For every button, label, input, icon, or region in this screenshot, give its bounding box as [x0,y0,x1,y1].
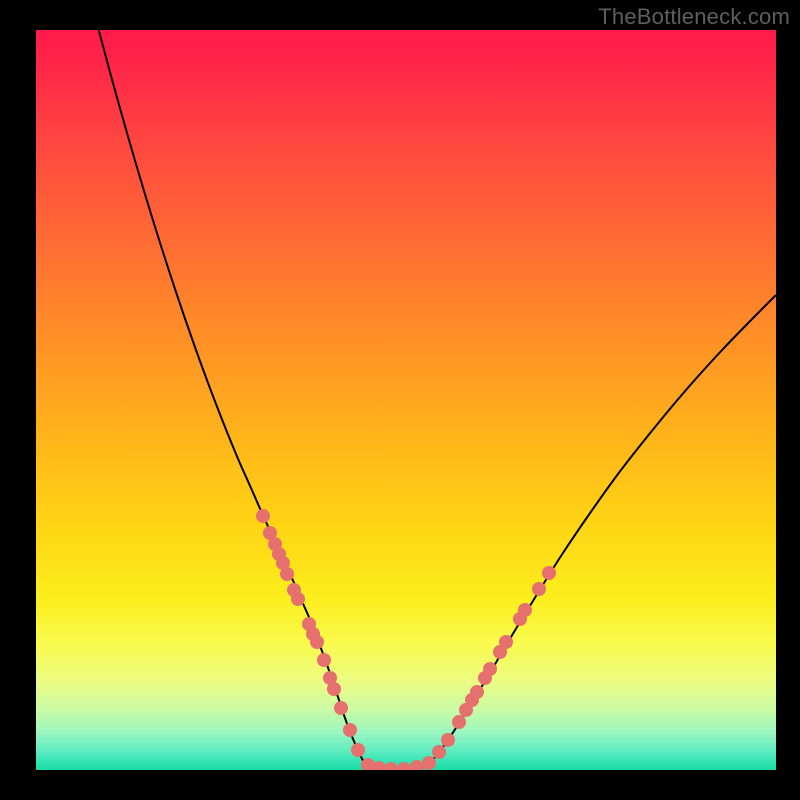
highlight-dot [483,662,497,676]
highlight-dot [499,635,513,649]
chart-container: TheBottleneck.com [0,0,800,800]
highlight-dots [256,509,556,770]
curve-svg [36,30,776,770]
highlight-dot [518,603,532,617]
plot-area [36,30,776,770]
highlight-dot [351,743,365,757]
highlight-dot [432,745,446,759]
highlight-dot [532,582,546,596]
highlight-dot [452,715,466,729]
highlight-dot [441,733,455,747]
highlight-dot [327,682,341,696]
highlight-dot [317,653,331,667]
watermark-text: TheBottleneck.com [598,4,790,30]
highlight-dot [343,723,357,737]
highlight-dot [384,762,398,770]
highlight-dot [410,760,424,770]
highlight-dot [470,685,484,699]
highlight-dot [334,701,348,715]
highlight-dot [310,635,324,649]
highlight-dot [542,566,556,580]
bottleneck-curve [96,30,776,769]
highlight-dot [397,762,411,770]
highlight-dot [291,592,305,606]
curve-lines [96,30,776,769]
highlight-dot [280,567,294,581]
highlight-dot [422,756,436,770]
highlight-dot [256,509,270,523]
